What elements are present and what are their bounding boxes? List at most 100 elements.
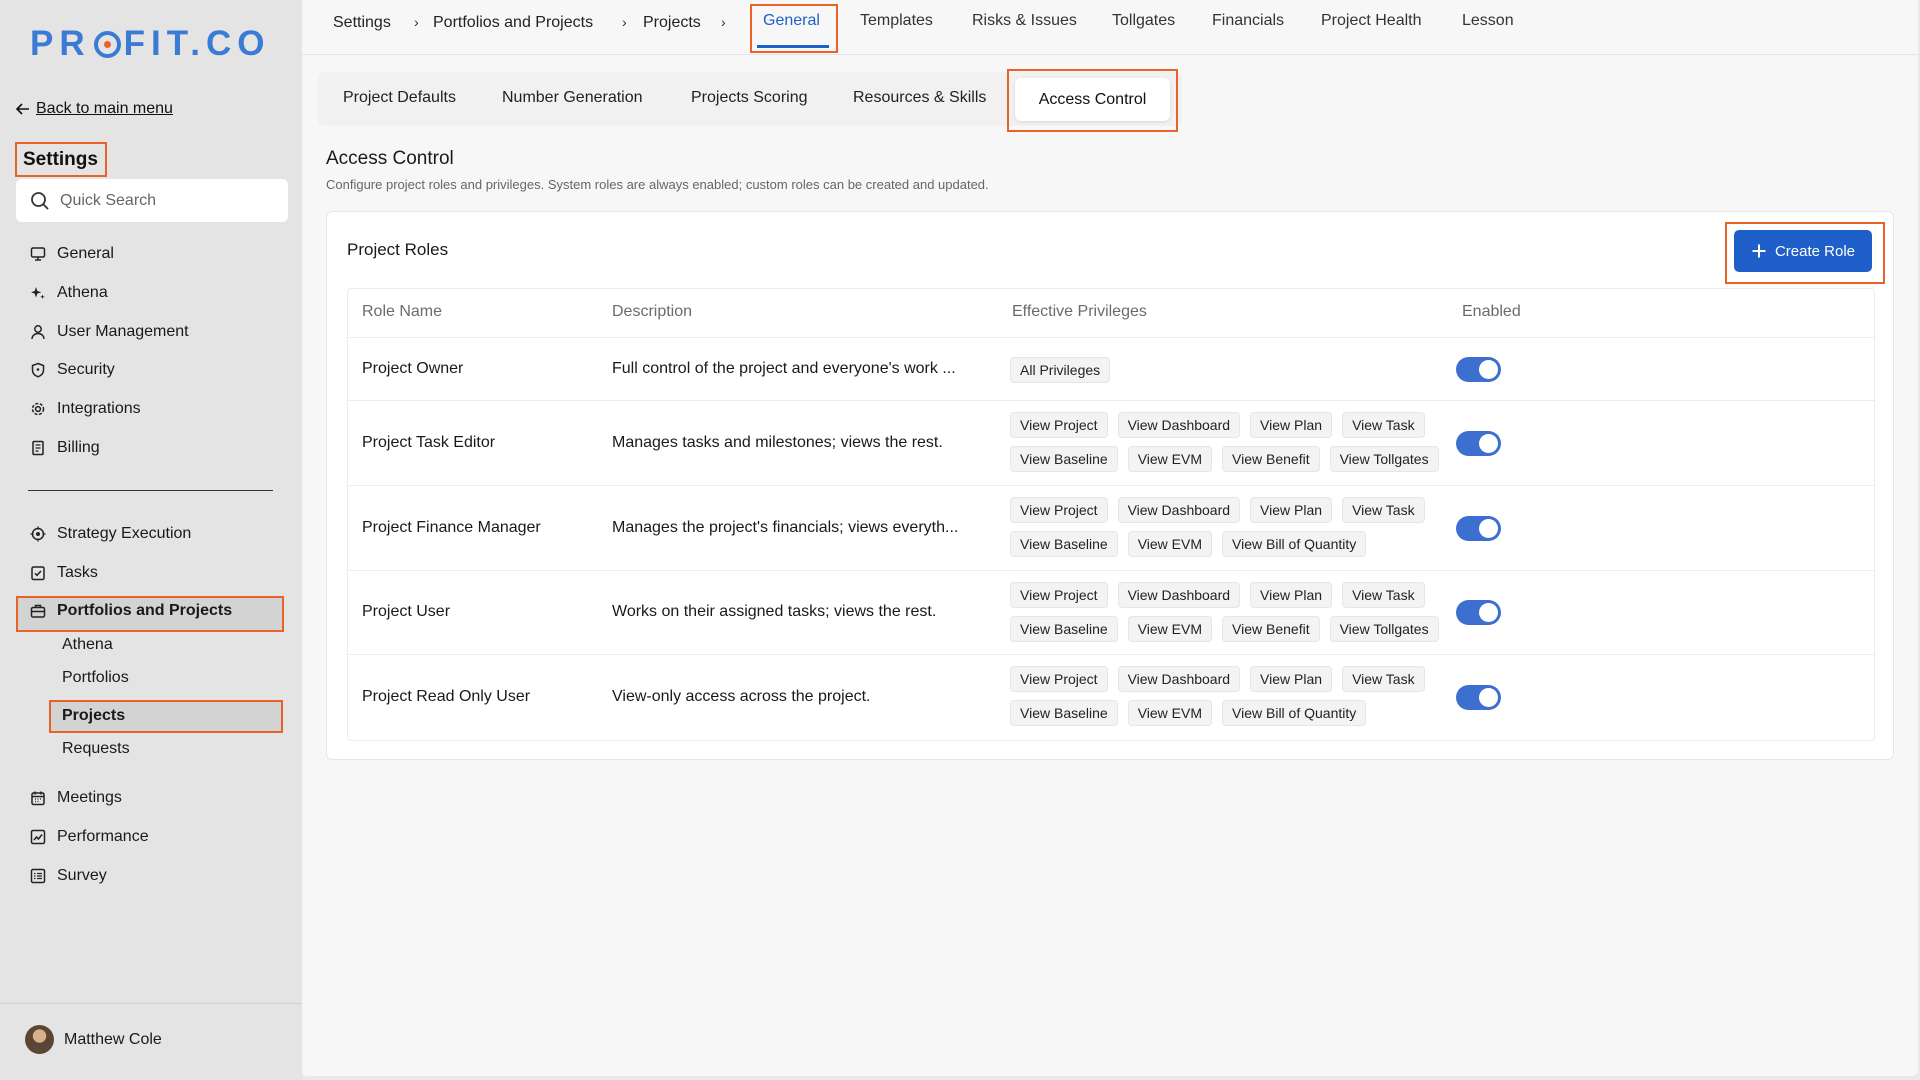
- profit-co-logo[interactable]: PR FIT.CO: [30, 24, 270, 64]
- privilege-chip: View EVM: [1127, 531, 1213, 557]
- gear-icon: [30, 401, 46, 417]
- sidebar-item-general[interactable]: General: [30, 240, 114, 268]
- sidebar-item-label: Strategy Execution: [57, 525, 192, 542]
- sidebar-item-portfolios-and-projects[interactable]: Portfolios and Projects: [30, 597, 232, 625]
- enabled-toggle[interactable]: [1456, 430, 1501, 456]
- table-row: Project Finance Manager Manages the proje…: [348, 485, 1874, 570]
- sidebar-item-label: Integrations: [57, 400, 141, 417]
- user-name: Matthew Cole: [64, 1030, 162, 1048]
- roles-table: Role Name Description Effective Privileg…: [347, 288, 1875, 741]
- sidebar-item-integrations[interactable]: Integrations: [30, 395, 141, 423]
- sidebar-item-label: Performance: [57, 828, 149, 845]
- tab-tollgates[interactable]: Tollgates: [1112, 12, 1175, 30]
- sidebar-subitem-portfolios[interactable]: Portfolios: [62, 665, 129, 691]
- sidebar-subitem-projects[interactable]: Projects: [62, 703, 125, 729]
- privilege-list: View Project View Dashboard View Plan View …: [1010, 412, 1450, 472]
- privilege-chip: View Dashboard: [1117, 666, 1241, 692]
- sidebar-item-performance[interactable]: Performance: [30, 823, 149, 851]
- privilege-chip: View Plan: [1250, 582, 1333, 608]
- role-name[interactable]: Project User: [362, 603, 450, 621]
- enabled-toggle[interactable]: [1456, 356, 1501, 382]
- sidebar-item-billing[interactable]: Billing: [30, 434, 100, 462]
- privilege-chip: View Task: [1342, 412, 1425, 438]
- checkbox-icon: [30, 565, 46, 581]
- chart-icon: [30, 829, 46, 845]
- briefcase-icon: [30, 603, 46, 619]
- sidebar-item-label: Security: [57, 361, 115, 378]
- enabled-toggle[interactable]: [1456, 515, 1501, 541]
- privilege-chip: View Task: [1342, 582, 1425, 608]
- sidebar-item-survey[interactable]: Survey: [30, 862, 107, 890]
- sidebar-item-label: Survey: [57, 867, 107, 884]
- search-input[interactable]: [60, 191, 260, 210]
- sidebar-subitem-requests[interactable]: Requests: [62, 736, 130, 762]
- privilege-chip: View Plan: [1250, 497, 1333, 523]
- privilege-chip: View EVM: [1127, 446, 1213, 472]
- table-row: Project Read Only User View-only access a…: [348, 654, 1874, 740]
- breadcrumb-settings[interactable]: Settings: [333, 14, 391, 32]
- role-description: Works on their assigned tasks; views the…: [612, 603, 937, 620]
- sidebar-item-meetings[interactable]: Meetings: [30, 784, 122, 812]
- breadcrumb-portfolios-and-projects[interactable]: Portfolios and Projects: [433, 14, 593, 32]
- main-content: Settings › Portfolios and Projects › Pro…: [302, 0, 1918, 1076]
- table-row: Project User Works on their assigned task…: [348, 570, 1874, 654]
- privilege-chip: View Project: [1010, 666, 1108, 692]
- subtab-number-generation[interactable]: Number Generation: [502, 89, 643, 107]
- tab-lesson[interactable]: Lesson: [1462, 12, 1514, 30]
- sidebar-item-strategy-execution[interactable]: Strategy Execution: [30, 520, 191, 548]
- sidebar-item-label: Athena: [57, 284, 108, 301]
- privilege-chip: View Bill of Quantity: [1222, 531, 1367, 557]
- table-row: Project Task Editor Manages tasks and mil…: [348, 400, 1874, 485]
- tab-financials[interactable]: Financials: [1212, 12, 1284, 30]
- role-name[interactable]: Project Task Editor: [362, 434, 495, 452]
- back-to-main-menu-link[interactable]: Back to main menu: [16, 100, 173, 118]
- project-roles-card: Project Roles Create Role Role Name Desc…: [326, 211, 1894, 760]
- avatar: [25, 1025, 54, 1054]
- tab-general-underline: [757, 45, 829, 48]
- table-row: Project Owner Full control of the project…: [348, 337, 1874, 400]
- sidebar-item-label: Billing: [57, 439, 100, 456]
- shield-icon: [30, 362, 46, 378]
- create-role-button[interactable]: Create Role: [1734, 230, 1872, 272]
- privilege-chip: View Task: [1342, 497, 1425, 523]
- tab-risks-issues[interactable]: Risks & Issues: [972, 12, 1077, 30]
- sidebar-item-security[interactable]: Security: [30, 356, 115, 384]
- privilege-list: View Project View Dashboard View Plan View …: [1010, 666, 1450, 726]
- column-header-description: Description: [612, 303, 693, 320]
- column-header-enabled: Enabled: [1462, 303, 1521, 320]
- subtab-projects-scoring[interactable]: Projects Scoring: [691, 89, 808, 107]
- enabled-toggle[interactable]: [1456, 685, 1501, 710]
- sidebar-item-label: General: [57, 245, 114, 262]
- sidebar-subitem-athena[interactable]: Athena: [62, 632, 113, 658]
- privilege-chip: View Dashboard: [1117, 582, 1241, 608]
- privilege-chip: View Project: [1010, 497, 1108, 523]
- tab-general[interactable]: General: [763, 12, 820, 30]
- sidebar-item-tasks[interactable]: Tasks: [30, 559, 98, 587]
- privilege-chip: View Tollgates: [1329, 616, 1439, 642]
- quick-search[interactable]: [16, 179, 288, 222]
- sidebar-item-user-management[interactable]: User Management: [30, 318, 189, 346]
- sidebar-item-athena[interactable]: Athena: [30, 279, 108, 307]
- privilege-chip: View Baseline: [1010, 446, 1118, 472]
- enabled-toggle[interactable]: [1456, 600, 1501, 625]
- tab-templates[interactable]: Templates: [860, 12, 933, 30]
- privilege-chip: View Baseline: [1010, 700, 1118, 726]
- receipt-icon: [30, 440, 46, 456]
- card-title: Project Roles: [347, 240, 449, 259]
- sidebar-footer-divider: [0, 1003, 302, 1004]
- tab-project-health[interactable]: Project Health: [1321, 12, 1422, 30]
- role-name[interactable]: Project Finance Manager: [362, 519, 541, 537]
- subtab-access-control[interactable]: Access Control: [1015, 78, 1170, 121]
- subtab-project-defaults[interactable]: Project Defaults: [343, 89, 456, 107]
- breadcrumb-projects[interactable]: Projects: [643, 14, 701, 32]
- list-icon: [30, 868, 46, 884]
- plus-icon: [1752, 244, 1766, 258]
- subtab-resources-skills[interactable]: Resources & Skills: [853, 89, 986, 107]
- role-name[interactable]: Project Read Only User: [362, 688, 530, 706]
- sidebar-divider: [28, 490, 273, 491]
- column-header-role-name: Role Name: [362, 303, 443, 320]
- settings-title: Settings: [15, 142, 107, 177]
- role-name[interactable]: Project Owner: [362, 360, 463, 378]
- privilege-chip: View Benefit: [1222, 446, 1320, 472]
- user-profile[interactable]: Matthew Cole: [25, 1025, 162, 1054]
